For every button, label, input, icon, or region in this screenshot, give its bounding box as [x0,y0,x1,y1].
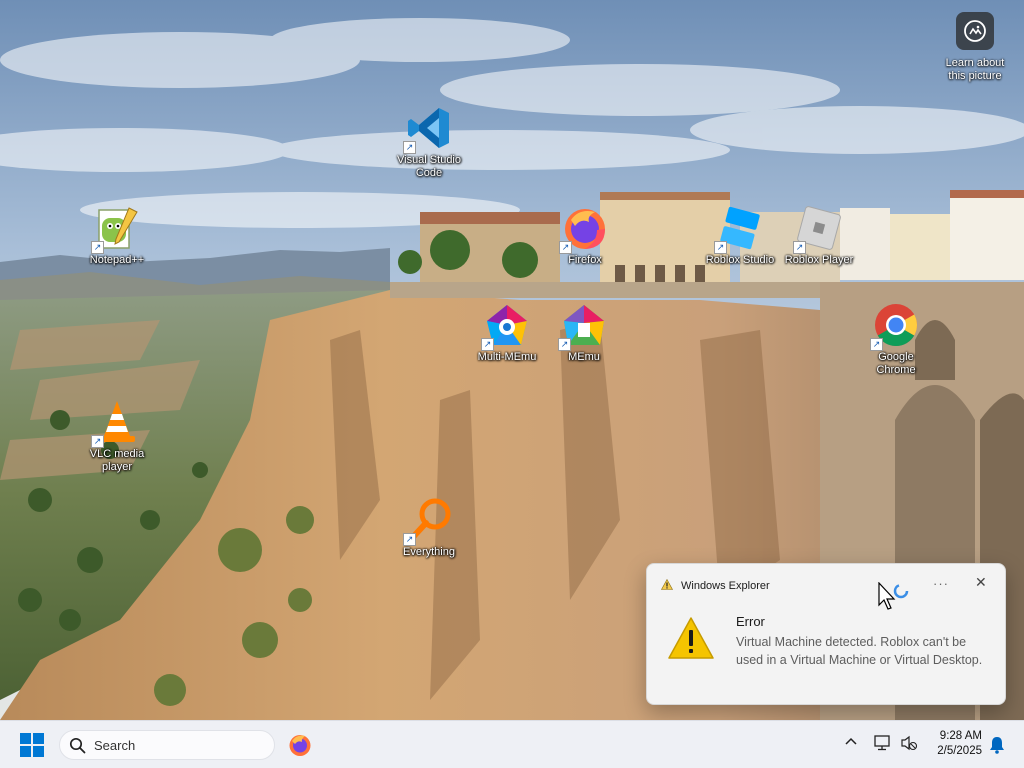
search-icon [69,737,86,759]
notification-bell-icon[interactable] [989,736,1005,759]
mouse-cursor-icon [878,581,912,621]
firefox-icon: ↗ [559,204,609,254]
desktop-icon-vscode[interactable]: ↗ Visual Studio Code [387,104,471,180]
notification-header: Windows Explorer [660,577,770,595]
learn-about-picture-label: Learn about this picture [945,57,1005,82]
desktop-icon-firefox[interactable]: ↗ Firefox [543,204,627,267]
desktop-icon-label: Everything [403,546,455,558]
desktop-icon-multi-memu[interactable]: ↗ Multi-MEmu [465,301,549,364]
desktop-icon-everything[interactable]: ↗ Everything [387,496,471,559]
desktop-icon-roblox-studio[interactable]: ↗ Roblox Studio [698,204,782,267]
desktop-icon-label: Multi-MEmu [477,351,537,363]
desktop-icon-chrome[interactable]: ↗ Google Chrome [854,301,938,377]
desktop-icon-label: VLC media player [89,448,145,473]
more-icon[interactable]: ··· [933,576,949,591]
desktop-icon-label: Roblox Studio [705,254,775,266]
network-icon[interactable] [874,735,892,756]
notification-title: Error [736,614,765,629]
error-notification[interactable]: Windows Explorer ··· ✕ Error Virtual Mac… [646,563,1006,705]
desktop-icon-label: Google Chrome [876,351,916,376]
desktop-icon-label: Roblox Player [784,254,854,266]
camera-icon[interactable] [956,12,994,50]
warning-icon [660,577,674,595]
chrome-icon: ↗ [870,301,920,351]
notification-message: Virtual Machine detected. Roblox can't b… [736,635,983,667]
desktop-icon-label: Firefox [568,254,602,266]
multi-memu-icon: ↗ [481,301,531,351]
windows-start-icon[interactable] [20,733,44,757]
warning-icon [667,616,715,665]
memu-icon: ↗ [558,301,608,351]
close-icon[interactable]: ✕ [975,574,987,591]
desktop-icon-notepadpp[interactable]: ↗ Notepad++ [75,204,159,267]
learn-about-picture[interactable]: Learn about this picture [940,12,1010,83]
roblox-studio-icon: ↗ [714,204,764,254]
taskbar-clock[interactable]: 9:28 AM 2/5/2025 [920,729,982,759]
desktop-icon-label: Visual Studio Code [396,154,461,179]
vlc-icon: ↗ [91,398,141,448]
search-placeholder: Search [94,738,136,753]
notification-app-name: Windows Explorer [681,580,770,592]
taskbar-search-box[interactable]: Search [59,730,275,760]
desktop-icon-roblox-player[interactable]: ↗ Roblox Player [777,204,861,267]
vscode-icon: ↗ [403,104,453,154]
desktop-icon-label: MEmu [568,351,600,363]
desktop-icon-label: Notepad++ [89,254,145,266]
desktop-icon-vlc[interactable]: ↗ VLC media player [75,398,159,474]
desktop-icon-memu[interactable]: ↗ MEmu [542,301,626,364]
everything-search-icon: ↗ [403,496,453,546]
roblox-player-icon: ↗ [793,204,843,254]
clock-time: 9:28 AM [939,730,982,742]
taskbar: Search 9:28 AM 2/5/2025 [0,720,1024,768]
volume-muted-icon[interactable] [900,735,918,756]
taskbar-firefox-icon[interactable] [288,733,312,757]
clock-date: 2/5/2025 [937,745,982,757]
notepadpp-icon: ↗ [91,204,141,254]
chevron-up-icon[interactable] [844,735,858,754]
